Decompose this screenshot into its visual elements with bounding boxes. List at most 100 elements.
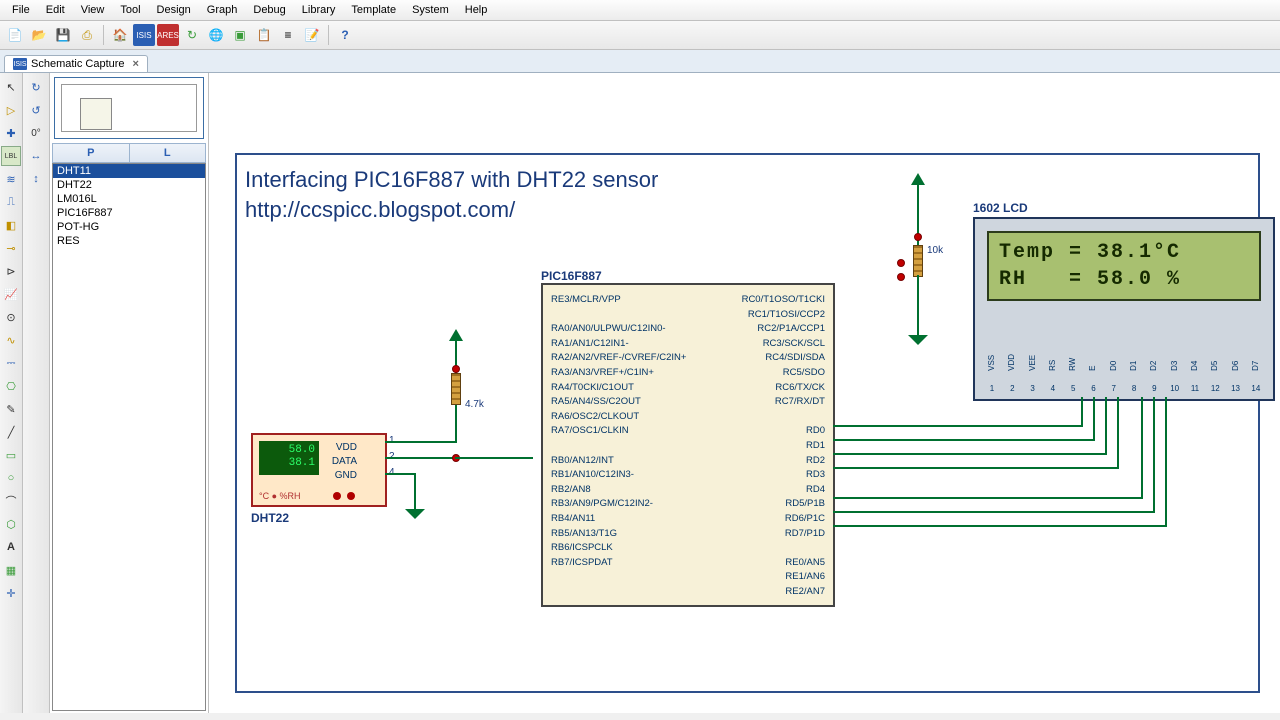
generator-icon[interactable]: ∿ (1, 330, 21, 350)
bus-icon[interactable]: ⎍ (1, 192, 21, 212)
symbol-icon[interactable]: ▦ (1, 560, 21, 580)
circle-icon[interactable]: ○ (1, 468, 21, 488)
notes-icon[interactable]: 📝 (301, 24, 323, 46)
terminal-icon[interactable]: ⊸ (1, 238, 21, 258)
wire (385, 441, 457, 443)
wire (1165, 397, 1167, 527)
wire (833, 511, 1155, 513)
probe-i-icon[interactable]: ⎔ (1, 376, 21, 396)
menu-template[interactable]: Template (343, 2, 404, 18)
text-script-icon[interactable]: ≋ (1, 169, 21, 189)
list-item[interactable]: DHT11 (53, 164, 205, 178)
wire (385, 473, 415, 475)
arc-icon[interactable]: ⌒ (1, 491, 21, 511)
lcd-pin-numbers: 1234567891011121314 (987, 384, 1261, 393)
box-icon[interactable]: ▭ (1, 445, 21, 465)
parts-list[interactable]: DHT11 DHT22 LM016L PIC16F887 POT-HG RES (52, 163, 206, 711)
flip-h-icon[interactable]: ↔ (26, 146, 46, 166)
wire (833, 425, 1083, 427)
graph-icon[interactable]: 📈 (1, 284, 21, 304)
chip-right-pins: RC0/T1OSO/T1CKIRC1/T1OSI/CCP2RC2/P1A/CCP… (742, 293, 825, 599)
probe-v-icon[interactable]: ⎓ (1, 353, 21, 373)
menu-graph[interactable]: Graph (199, 2, 246, 18)
tape-icon[interactable]: ⊙ (1, 307, 21, 327)
menu-bar: File Edit View Tool Design Graph Debug L… (0, 0, 1280, 21)
text-icon[interactable]: A (1, 537, 21, 557)
menu-library[interactable]: Library (294, 2, 344, 18)
close-icon[interactable]: × (133, 58, 139, 70)
component-dht22[interactable]: 58.0 38.1 VDD DATA GND °C ● %RH (251, 433, 387, 507)
junction-node (897, 259, 905, 267)
rotate-ccw-icon[interactable]: ↺ (26, 100, 46, 120)
report-icon[interactable]: ≡ (277, 24, 299, 46)
new-icon[interactable]: 📄 (4, 24, 26, 46)
junction-icon[interactable]: ✚ (1, 123, 21, 143)
label-icon[interactable]: LBL (1, 146, 21, 166)
overview-thumbnail[interactable] (54, 77, 204, 139)
menu-edit[interactable]: Edit (38, 2, 73, 18)
menu-file[interactable]: File (4, 2, 38, 18)
wire (1105, 397, 1107, 455)
resistor-10k-label: 10k (927, 245, 943, 256)
lcd-pin-names: VSSVDDVEERSRWED0D1D2D3D4D5D6D7 (987, 354, 1261, 371)
flip-v-icon[interactable]: ↕ (26, 169, 46, 189)
open-icon[interactable]: 📂 (28, 24, 50, 46)
rotate-angle: 0° (24, 123, 48, 143)
dht-adjust-buttons[interactable] (333, 492, 355, 500)
menu-design[interactable]: Design (149, 2, 199, 18)
menu-debug[interactable]: Debug (245, 2, 293, 18)
bom-icon[interactable]: 📋 (253, 24, 275, 46)
menu-help[interactable]: Help (457, 2, 496, 18)
menu-system[interactable]: System (404, 2, 457, 18)
schematic-canvas[interactable]: Interfacing PIC16F887 with DHT22 sensor … (209, 73, 1280, 713)
pointer-icon[interactable]: ↖ (1, 77, 21, 97)
path-icon[interactable]: ⬡ (1, 514, 21, 534)
component-pic16f887[interactable]: RE3/MCLR/VPP RA0/AN0/ULPWU/C12IN0-RA1/AN… (541, 283, 835, 607)
component-lcd-1602[interactable]: Temp = 38.1°C RH = 58.0 % VSSVDDVEERSRWE… (973, 217, 1275, 401)
list-item[interactable]: POT-HG (53, 220, 205, 234)
wire (833, 467, 1119, 469)
rotate-toolbar: ↻ ↺ 0° ↔ ↕ (23, 73, 50, 713)
library-button[interactable]: L (130, 144, 206, 162)
dht-pin-labels: VDD DATA GND (332, 441, 357, 483)
pick-device-button[interactable]: P (53, 144, 130, 162)
refresh-icon[interactable]: ↻ (181, 24, 203, 46)
document-tabs: ISIS Schematic Capture × (0, 50, 1280, 73)
instrument-icon[interactable]: ✎ (1, 399, 21, 419)
menu-tool[interactable]: Tool (112, 2, 148, 18)
menu-view[interactable]: View (73, 2, 113, 18)
help-icon[interactable]: ? (334, 24, 356, 46)
rotate-cw-icon[interactable]: ↻ (26, 77, 46, 97)
component-resistor-4k7[interactable] (451, 373, 461, 405)
tab-schematic[interactable]: ISIS Schematic Capture × (4, 55, 148, 72)
isis-icon[interactable]: ISIS (133, 24, 155, 46)
wire (1153, 397, 1155, 513)
subcircuit-icon[interactable]: ◧ (1, 215, 21, 235)
ground-icon (908, 335, 928, 345)
junction-node (452, 365, 460, 373)
wire (1141, 397, 1143, 499)
line-icon[interactable]: ╱ (1, 422, 21, 442)
wire (455, 457, 533, 459)
globe-icon[interactable]: 🌐 (205, 24, 227, 46)
save-icon[interactable]: 💾 (52, 24, 74, 46)
device-pin-icon[interactable]: ⊳ (1, 261, 21, 281)
workspace: ↖ ▷ ✚ LBL ≋ ⎍ ◧ ⊸ ⊳ 📈 ⊙ ∿ ⎓ ⎔ ✎ ╱ ▭ ○ ⌒ … (0, 73, 1280, 713)
chip-icon[interactable]: ▣ (229, 24, 251, 46)
ares-icon[interactable]: ARES (157, 24, 179, 46)
tab-label: Schematic Capture (31, 58, 125, 70)
power-vcc-icon (911, 173, 925, 185)
component-resistor-10k[interactable] (913, 245, 923, 277)
component-icon[interactable]: ▷ (1, 100, 21, 120)
list-item[interactable]: PIC16F887 (53, 206, 205, 220)
home-icon[interactable]: 🏠 (109, 24, 131, 46)
side-panel: P L DHT11 DHT22 LM016L PIC16F887 POT-HG … (50, 73, 209, 713)
list-item[interactable]: DHT22 (53, 178, 205, 192)
left-toolbar: ↖ ▷ ✚ LBL ≋ ⎍ ◧ ⊸ ⊳ 📈 ⊙ ∿ ⎓ ⎔ ✎ ╱ ▭ ○ ⌒ … (0, 73, 23, 713)
list-item[interactable]: RES (53, 234, 205, 248)
ground-icon (405, 509, 425, 519)
chip-name-label: PIC16F887 (541, 269, 602, 283)
origin-icon[interactable]: ✛ (1, 583, 21, 603)
save-all-icon[interactable]: ⎙ (76, 24, 98, 46)
list-item[interactable]: LM016L (53, 192, 205, 206)
